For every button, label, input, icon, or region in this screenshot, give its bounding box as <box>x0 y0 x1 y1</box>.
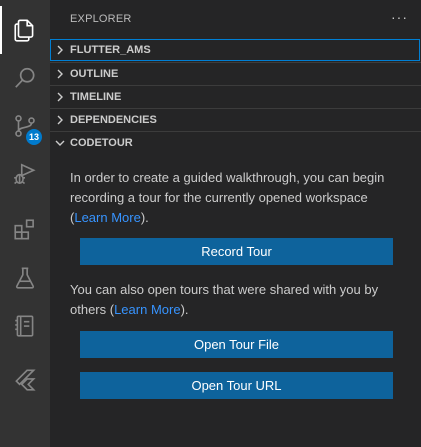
notebook-button[interactable] <box>0 302 50 350</box>
sidebar-title: EXPLORER <box>70 13 132 25</box>
section-codetour[interactable]: CODETOUR <box>50 131 421 153</box>
section-label: OUTLINE <box>70 67 119 80</box>
flask-icon <box>15 267 35 289</box>
ellipsis-icon[interactable]: ··· <box>391 10 407 25</box>
testing-button[interactable] <box>0 254 50 302</box>
source-control-button[interactable]: 13 <box>0 102 50 150</box>
codetour-share-text: You can also open tours that were shared… <box>70 280 405 320</box>
activity-bar: 13 <box>0 0 50 447</box>
section-timeline[interactable]: TIMELINE <box>50 85 421 107</box>
section-label: TIMELINE <box>70 90 122 103</box>
chevron-right-icon <box>50 63 70 85</box>
section-label: CODETOUR <box>70 136 133 149</box>
codetour-intro-text: In order to create a guided walkthrough,… <box>70 168 405 228</box>
flutter-button[interactable] <box>0 356 50 404</box>
section-dependencies[interactable]: DEPENDENCIES <box>50 108 421 130</box>
run-debug-button[interactable] <box>0 150 50 198</box>
search-icon <box>15 67 35 88</box>
explorer-sidebar: EXPLORER ··· FLUTTER_AMS OUTLINE TIMELIN… <box>50 0 421 447</box>
intro-end: ). <box>140 210 149 225</box>
learn-more-link[interactable]: Learn More <box>74 210 140 225</box>
learn-more-link-2[interactable]: Learn More <box>114 302 180 317</box>
flutter-icon <box>15 369 36 391</box>
explorer-button[interactable] <box>0 6 50 54</box>
open-tour-url-button[interactable]: Open Tour URL <box>80 372 393 399</box>
record-tour-button[interactable]: Record Tour <box>80 238 393 265</box>
chevron-right-icon <box>50 86 70 108</box>
extensions-button[interactable] <box>0 206 50 254</box>
chevron-down-icon <box>50 132 70 154</box>
section-flutter-ams[interactable]: FLUTTER_AMS <box>50 39 421 61</box>
share-end: ). <box>180 302 189 317</box>
search-button[interactable] <box>0 54 50 102</box>
chevron-right-icon <box>50 109 70 131</box>
section-label: DEPENDENCIES <box>70 113 157 126</box>
files-icon <box>14 19 34 42</box>
section-outline[interactable]: OUTLINE <box>50 62 421 84</box>
notebook-icon <box>15 315 34 337</box>
source-control-badge: 13 <box>26 129 42 145</box>
section-label: FLUTTER_AMS <box>70 44 151 56</box>
open-tour-file-button[interactable]: Open Tour File <box>80 331 393 358</box>
extensions-icon <box>14 219 34 240</box>
run-debug-icon <box>14 163 36 185</box>
chevron-right-icon <box>50 39 70 61</box>
